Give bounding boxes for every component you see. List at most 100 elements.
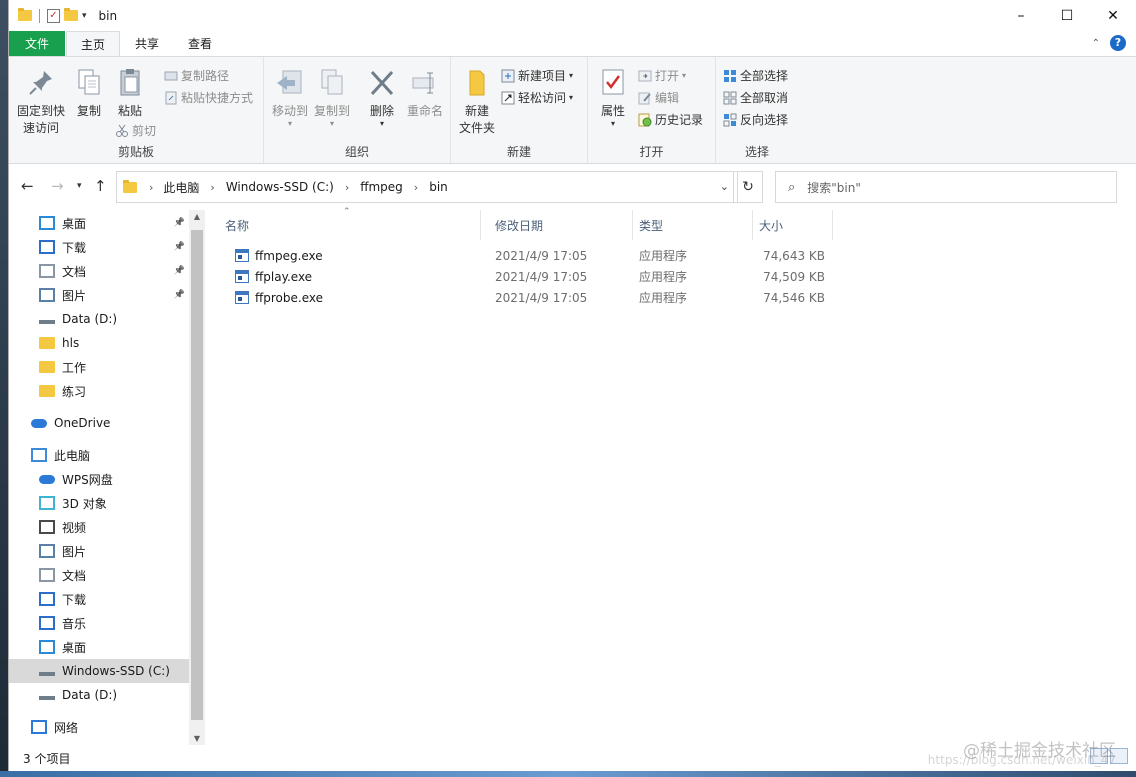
new-folder-button[interactable]: 新建 文件夹 [457, 67, 497, 136]
sidebar-item[interactable]: 文档 📌 [9, 259, 189, 283]
breadcrumb-bin[interactable]: bin [429, 180, 448, 194]
maximize-button[interactable]: ☐ [1044, 0, 1090, 31]
address-bar[interactable]: › 此电脑 › Windows-SSD (C:) › ffmpeg › bin … [116, 171, 738, 203]
select-none-button[interactable]: 全部取消 [723, 89, 788, 106]
breadcrumb-separator-icon[interactable]: › [210, 181, 214, 194]
cut-button[interactable]: 剪切 [115, 122, 156, 139]
sidebar-item[interactable]: 此电脑 [9, 443, 189, 467]
sidebar-item[interactable]: OneDrive [9, 411, 189, 435]
properties-button[interactable]: 属性 ▾ [596, 67, 630, 128]
sidebar-item[interactable]: Windows-SSD (C:) [9, 659, 189, 683]
sidebar-item[interactable]: 桌面 [9, 635, 189, 659]
invert-selection-label: 反向选择 [740, 113, 789, 127]
sidebar-item[interactable]: 图片 📌 [9, 283, 189, 307]
sidebar-item[interactable]: hls [9, 331, 189, 355]
scroll-up-icon[interactable]: ▲ [189, 212, 205, 221]
sidebar-item[interactable]: 3D 对象 [9, 491, 189, 515]
document-icon [39, 264, 55, 278]
copy-to-label: 复制到 [313, 104, 350, 118]
new-folder-icon [462, 67, 492, 99]
breadcrumb-separator-icon[interactable]: › [345, 181, 349, 194]
breadcrumb-this-pc[interactable]: 此电脑 [163, 179, 199, 196]
minimize-button[interactable]: – [998, 0, 1044, 31]
open-button[interactable]: 打开 ▾ [638, 67, 686, 84]
help-icon[interactable]: ? [1110, 35, 1126, 51]
new-group-label: 新建 [506, 145, 531, 159]
breadcrumb-separator-icon[interactable]: › [149, 181, 153, 194]
table-row[interactable]: ffplay.exe 2021/4/9 17:05 应用程序 74,509 KB [219, 266, 1119, 287]
recent-locations-chevron-icon[interactable]: ▾ [77, 181, 82, 191]
delete-icon [367, 67, 397, 99]
sidebar-item[interactable]: Data (D:) [9, 683, 189, 707]
new-item-icon [501, 69, 515, 83]
sidebar-item[interactable]: Data (D:) [9, 307, 189, 331]
collapse-ribbon-icon[interactable]: ⌃ [1092, 38, 1100, 49]
sidebar-item[interactable]: 工作 [9, 355, 189, 379]
sidebar-item[interactable]: 图片 [9, 539, 189, 563]
customize-dropdown-icon[interactable]: ▾ [82, 11, 87, 21]
search-input[interactable]: ⌕ 搜索"bin" [775, 171, 1117, 203]
refresh-button[interactable]: ↻ [733, 171, 763, 203]
new-item-label: 新建项目 [518, 69, 567, 83]
open-group: 属性 ▾ 打开 ▾ 编辑 历史记录 打开 [588, 57, 716, 163]
sidebar-item[interactable]: 网络 [9, 715, 189, 739]
address-history-chevron-icon[interactable]: ⌄ [720, 180, 729, 193]
new-folder-quick-icon[interactable] [64, 8, 78, 21]
paste-button[interactable]: 粘贴 [112, 67, 148, 119]
select-none-icon [723, 91, 737, 105]
computer-icon [31, 448, 47, 462]
paste-shortcut-button[interactable]: 粘贴快捷方式 [164, 89, 253, 106]
delete-button[interactable]: 删除 ▾ [366, 67, 398, 128]
move-to-button[interactable]: 移动到 ▾ [270, 67, 310, 128]
up-arrow-icon[interactable]: ↑ [94, 177, 107, 195]
breadcrumb-windows-ssd[interactable]: Windows-SSD (C:) [226, 180, 334, 194]
pin-quick-access-button[interactable]: 固定到快 速访问 [15, 67, 67, 136]
column-modified[interactable]: 修改日期 [489, 210, 633, 240]
edit-button[interactable]: 编辑 [638, 89, 679, 106]
navigation-pane: ▲ ▼ 桌面 📌 下载 📌 文档 📌 图片 📌 Data (D:) hls 工作 练习 OneDrive… [9, 210, 205, 745]
sidebar-item[interactable]: WPS网盘 [9, 467, 189, 491]
copy-icon [74, 67, 104, 99]
copy-to-button[interactable]: 复制到 ▾ [312, 67, 352, 128]
tab-home[interactable]: 主页 [66, 31, 121, 56]
nav-scrollbar[interactable]: ▲ ▼ [189, 210, 205, 745]
history-button[interactable]: 历史记录 [638, 111, 703, 128]
new-item-button[interactable]: 新建项目 ▾ [501, 67, 573, 84]
back-arrow-icon[interactable]: ← [21, 177, 34, 195]
rename-button[interactable]: 重命名 [404, 67, 446, 119]
sidebar-item[interactable]: 视频 [9, 515, 189, 539]
sidebar-item[interactable]: 音乐 [9, 611, 189, 635]
breadcrumb-separator-icon[interactable]: › [414, 181, 418, 194]
sidebar-item[interactable]: 文档 [9, 563, 189, 587]
column-name[interactable]: 名称 [219, 210, 481, 240]
address-folder-icon [123, 179, 137, 193]
table-row[interactable]: ffprobe.exe 2021/4/9 17:05 应用程序 74,546 KB [219, 287, 1119, 308]
breadcrumb-ffmpeg[interactable]: ffmpeg [360, 180, 403, 194]
sidebar-item[interactable]: 下载 📌 [9, 235, 189, 259]
tab-view[interactable]: 查看 [174, 31, 226, 56]
sidebar-item-label: Data (D:) [62, 688, 118, 702]
copy-button[interactable]: 复制 [71, 67, 107, 119]
tab-file[interactable]: 文件 [9, 31, 66, 56]
table-row[interactable]: ffmpeg.exe 2021/4/9 17:05 应用程序 74,643 KB [219, 245, 1119, 266]
sidebar-item-label: 下载 [62, 592, 87, 607]
forward-arrow-icon[interactable]: → [51, 177, 64, 195]
close-button[interactable]: ✕ [1090, 0, 1136, 31]
column-type[interactable]: 类型 [633, 210, 753, 240]
scroll-thumb[interactable] [191, 230, 203, 720]
column-size[interactable]: 大小 [753, 210, 833, 240]
sidebar-item[interactable]: 下载 [9, 587, 189, 611]
invert-selection-button[interactable]: 反向选择 [723, 111, 788, 128]
scroll-down-icon[interactable]: ▼ [189, 734, 205, 743]
select-all-button[interactable]: 全部选择 [723, 67, 788, 84]
scissors-icon [115, 124, 129, 138]
pin-label-line2: 速访问 [22, 121, 59, 135]
sidebar-item[interactable]: 练习 [9, 379, 189, 403]
properties-quick-icon[interactable]: ✓ [47, 8, 60, 23]
clipboard-group-label: 剪贴板 [117, 145, 154, 159]
drive-icon [39, 314, 55, 324]
sidebar-item[interactable]: 桌面 📌 [9, 211, 189, 235]
copy-path-button[interactable]: 复制路径 [164, 67, 229, 84]
tab-share[interactable]: 共享 [121, 31, 173, 56]
easy-access-button[interactable]: 轻松访问 ▾ [501, 89, 573, 106]
